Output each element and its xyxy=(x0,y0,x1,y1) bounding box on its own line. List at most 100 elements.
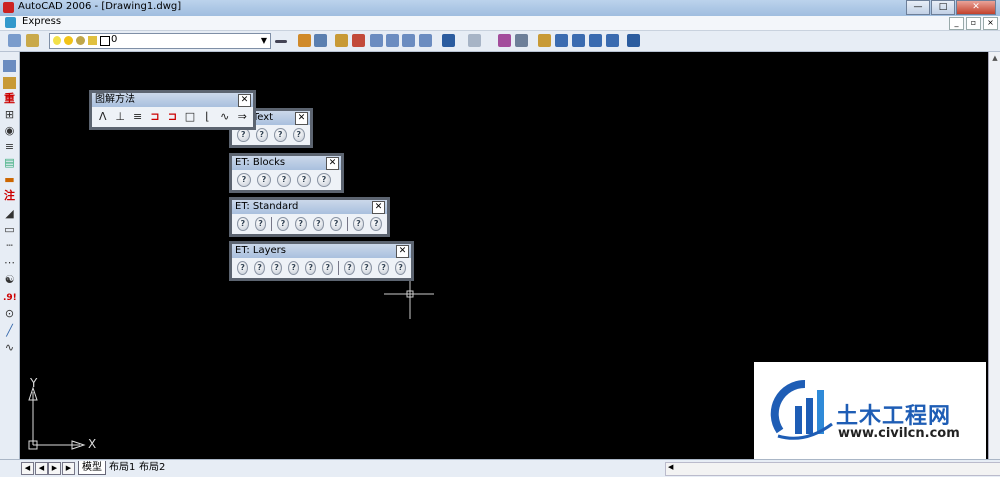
close-icon[interactable]: ✕ xyxy=(372,201,385,214)
help-icon[interactable]: ? xyxy=(254,261,266,275)
help-icon[interactable]: ? xyxy=(352,217,365,231)
help-icon[interactable]: ? xyxy=(305,261,317,275)
tool-icon-9[interactable]: ▭ xyxy=(3,224,16,236)
help-icon[interactable]: ? xyxy=(343,261,355,275)
help-icon[interactable]: ? xyxy=(288,261,300,275)
design-center-icon[interactable] xyxy=(515,34,528,47)
zoom-previous-icon[interactable] xyxy=(419,34,432,47)
next-tab-icon[interactable]: ▶ xyxy=(48,462,61,475)
tool-icon-7[interactable]: ▬ xyxy=(3,174,16,186)
mdi-close-button[interactable]: × xyxy=(983,17,998,30)
tab-layout1[interactable]: 布局1 xyxy=(106,461,138,474)
undo-icon[interactable] xyxy=(442,34,455,47)
help-icon[interactable]: ? xyxy=(294,217,307,231)
trim-icon[interactable] xyxy=(589,34,602,47)
pencil-icon[interactable] xyxy=(335,34,348,47)
help-icon[interactable]: ? xyxy=(360,261,372,275)
mdi-minimize-button[interactable]: _ xyxy=(949,17,964,30)
tool-icon-2[interactable] xyxy=(3,77,16,89)
tool-icon-10[interactable]: ┄ xyxy=(3,240,16,252)
help-icon[interactable]: ? xyxy=(255,128,268,142)
extend-icon[interactable] xyxy=(606,34,619,47)
tool-icon-6[interactable]: ▤ xyxy=(3,157,16,169)
mdi-restore-button[interactable]: ▫ xyxy=(966,17,981,30)
vertical-scrollbar[interactable]: ▲ xyxy=(988,52,1000,459)
palette-tujie-fangfa[interactable]: 图解方法 ✕ Λ ⊥ ≡ ⊐ ⊐ □ ⌊ ∿ ⇒ xyxy=(89,90,256,130)
lineweight-icon[interactable] xyxy=(275,40,287,43)
maximize-button[interactable]: □ xyxy=(931,0,955,15)
help-icon[interactable]: ? xyxy=(292,128,305,142)
tool-icon-15[interactable]: ∿ xyxy=(3,342,16,354)
menu-item-express[interactable]: Express xyxy=(22,16,61,27)
tool-label-zhu[interactable]: 注 xyxy=(3,190,16,202)
autocad-app-icon[interactable] xyxy=(3,2,14,13)
tool-icon-14[interactable]: ╱ xyxy=(3,325,16,337)
help-icon[interactable]: ? xyxy=(370,217,382,231)
box-icon[interactable]: □ xyxy=(183,110,196,124)
zoom-window-icon[interactable] xyxy=(386,34,399,47)
close-icon[interactable]: ✕ xyxy=(295,112,308,125)
horizontal-scrollbar[interactable]: ◀ xyxy=(665,462,1000,476)
parallel-icon[interactable]: ≡ xyxy=(131,110,144,124)
redo-icon[interactable] xyxy=(468,34,481,47)
tab-layout2[interactable]: 布局2 xyxy=(136,461,168,474)
save-toolbar-icon[interactable] xyxy=(298,34,311,47)
palette-et-blocks[interactable]: ET: Blocks ✕ ? ? ? ? ? xyxy=(229,153,344,193)
tool-icon-4[interactable]: ◉ xyxy=(3,125,16,137)
scroll-up-icon[interactable]: ▲ xyxy=(990,54,1000,64)
help-icon[interactable] xyxy=(627,34,640,47)
rotate-icon[interactable] xyxy=(572,34,585,47)
layer-previous-icon[interactable] xyxy=(26,34,39,47)
tool-icon-1[interactable] xyxy=(3,60,16,72)
help-icon[interactable]: ? xyxy=(254,217,267,231)
move-icon[interactable] xyxy=(555,34,568,47)
layer-manager-icon[interactable] xyxy=(8,34,21,47)
save-icon[interactable] xyxy=(314,34,327,47)
help-icon[interactable]: ? xyxy=(257,173,271,187)
step-icon[interactable]: ⌊ xyxy=(201,110,214,124)
properties-icon[interactable] xyxy=(498,34,511,47)
document-icon[interactable] xyxy=(5,17,16,28)
help-icon[interactable]: ? xyxy=(312,217,325,231)
tool-label-9[interactable]: .9! xyxy=(3,292,17,304)
help-icon[interactable]: ? xyxy=(277,217,289,231)
zoom-realtime-icon[interactable] xyxy=(370,34,383,47)
help-icon[interactable]: ? xyxy=(237,217,249,231)
help-icon[interactable]: ? xyxy=(237,261,249,275)
palette-et-layers[interactable]: ET: Layers ✕ ? ? ? ? ? ? ? ? ? ? xyxy=(229,241,414,281)
help-icon[interactable]: ? xyxy=(317,173,331,187)
help-icon[interactable]: ? xyxy=(277,173,291,187)
tool-icon-13[interactable]: ⊙ xyxy=(3,308,16,320)
zoom-in-icon[interactable] xyxy=(402,34,415,47)
prev-tab-icon[interactable]: ◀ xyxy=(35,462,48,475)
close-icon[interactable]: ✕ xyxy=(396,245,409,258)
help-icon[interactable]: ? xyxy=(237,128,250,142)
bracket-alt-icon[interactable]: ⊐ xyxy=(166,110,179,124)
help-icon[interactable]: ? xyxy=(297,173,311,187)
last-tab-icon[interactable]: ▶ xyxy=(62,462,75,475)
help-icon[interactable]: ? xyxy=(274,128,287,142)
close-icon[interactable]: ✕ xyxy=(238,94,251,107)
help-icon[interactable]: ? xyxy=(271,261,283,275)
edit-icon[interactable] xyxy=(538,34,551,47)
angle-line-icon[interactable]: Λ xyxy=(96,110,109,124)
arrow-line-icon[interactable]: ⇒ xyxy=(236,110,249,124)
match-properties-icon[interactable] xyxy=(352,34,365,47)
tool-icon-8[interactable]: ◢ xyxy=(3,208,16,220)
help-icon[interactable]: ? xyxy=(378,261,390,275)
tool-label-zhong[interactable]: 重 xyxy=(3,93,16,105)
tool-icon-11[interactable]: ⋯ xyxy=(3,257,16,269)
close-button[interactable]: ✕ xyxy=(956,0,996,15)
break-icon[interactable]: ∿ xyxy=(218,110,231,124)
bracket-icon[interactable]: ⊐ xyxy=(148,110,161,124)
chevron-down-icon[interactable]: ▼ xyxy=(258,34,270,48)
help-icon[interactable]: ? xyxy=(395,261,407,275)
tool-icon-12[interactable]: ☯ xyxy=(3,274,16,286)
tool-icon-3[interactable]: ⊞ xyxy=(3,109,16,121)
close-icon[interactable]: ✕ xyxy=(326,157,339,170)
help-icon[interactable]: ? xyxy=(237,173,251,187)
help-icon[interactable]: ? xyxy=(322,261,334,275)
layer-dropdown[interactable]: 0 ▼ xyxy=(49,33,271,49)
help-icon[interactable]: ? xyxy=(330,217,342,231)
first-tab-icon[interactable]: ◀ xyxy=(21,462,34,475)
